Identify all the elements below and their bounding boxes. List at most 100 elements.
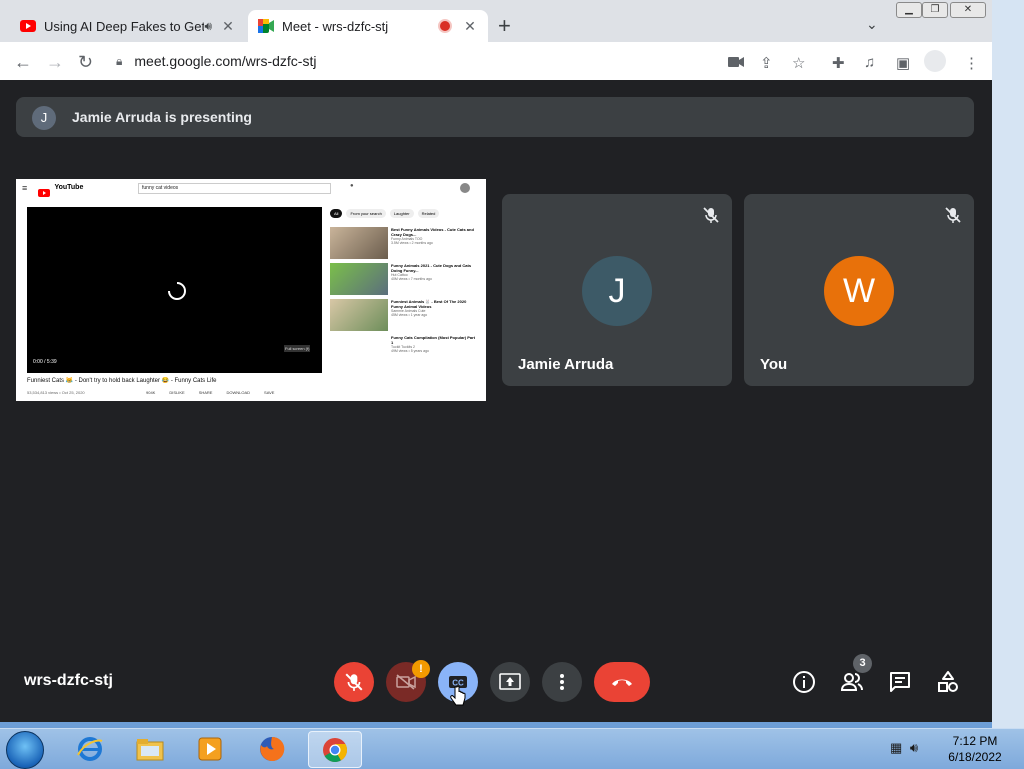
loading-spinner-icon (168, 282, 186, 300)
firefox-taskbar-icon[interactable] (246, 731, 298, 766)
url-text: meet.google.com/wrs-dzfc-stj (134, 53, 317, 69)
meeting-details-info-icon[interactable] (792, 670, 816, 694)
yt-suggestion-meta: 3.5M views • 2 months ago (391, 241, 433, 245)
meet-stage (0, 80, 992, 722)
yt-thumbnail (330, 263, 388, 295)
participant-tile-you[interactable]: W You (744, 194, 974, 386)
yt-suggestion-title: Funny Cats Compilation (Most Popular) Pa… (391, 335, 476, 345)
address-bar[interactable]: 🔒︎ meet.google.com/wrs-dzfc-stj (116, 46, 816, 76)
shared-screen-tile[interactable]: ≡ YouTube funny cat videos ● Full screen… (16, 179, 486, 401)
yt-avatar (460, 183, 470, 193)
camera-permission-icon[interactable] (728, 56, 744, 68)
yt-suggestion: Funny Cats Compilation (Most Popular) Pa… (330, 335, 478, 369)
camera-off-icon (396, 674, 416, 690)
close-tab-icon[interactable]: ✕ (462, 18, 478, 35)
participant-avatar: W (824, 256, 894, 326)
yt-share: SHARE (198, 390, 213, 395)
leave-call-button[interactable] (594, 662, 650, 702)
restore-button[interactable]: ❐ (922, 2, 948, 18)
yt-suggestion-title: Best Funny Animals Videos - Cute Cats an… (391, 227, 474, 237)
yt-dislike: DISLIKE (169, 390, 185, 395)
yt-suggestion-meta: 45M views • 1 year ago (391, 313, 428, 317)
yt-mic-icon: ● (350, 183, 354, 189)
yt-video-player: Full screen (f) 0:00 / 5:39 (27, 207, 322, 373)
forward-arrow-icon[interactable]: → (46, 52, 64, 73)
close-tab-icon[interactable]: ✕ (220, 18, 236, 35)
yt-suggestion-meta: 49M views • 5 years ago (391, 349, 429, 353)
people-icon[interactable] (840, 670, 864, 694)
yt-thumbnail (330, 299, 388, 331)
share-icon[interactable]: ⇪ (760, 54, 773, 72)
yt-thumbnail (330, 227, 388, 259)
system-tray: ▦ 🔊︎ (890, 740, 918, 756)
chrome-taskbar-icon[interactable] (308, 731, 362, 768)
meeting-code: wrs-dzfc-stj (24, 672, 113, 689)
desktop-background-strip (992, 0, 1024, 728)
hamburger-icon: ≡ (22, 183, 28, 193)
yt-suggestion: Funniest Animals 🐰 - Best Of The 2020 Fu… (330, 299, 478, 333)
yt-chip-row: All From your search Laughter Related (330, 209, 440, 218)
tab-title: Meet - wrs-dzfc-stj (282, 18, 389, 34)
fullscreen-tooltip: Full screen (f) (284, 345, 311, 352)
mic-off-icon (345, 673, 363, 691)
player-time: 0:00 / 5:39 (33, 359, 57, 365)
camera-alert-badge: ! (412, 660, 430, 678)
start-button[interactable] (6, 731, 44, 769)
close-window-button[interactable]: ✕ (950, 2, 986, 18)
yt-suggestion: Funny Animals 2021 - Cute Dogs and Cats … (330, 263, 478, 297)
reload-icon[interactable]: ↻ (78, 52, 93, 73)
media-control-icon[interactable]: ♫ (864, 54, 875, 71)
speaker-icon[interactable]: 🔊︎ (204, 19, 212, 34)
browser-menu-icon[interactable]: ⋮ (964, 54, 979, 72)
presenting-text: Jamie Arruda is presenting (72, 109, 252, 125)
tab-youtube[interactable]: Using AI Deep Fakes to Get F 🔊︎ ✕ (10, 10, 246, 42)
microphone-toggle-button[interactable] (334, 662, 374, 702)
yt-suggestion-title: Funniest Animals 🐰 - Best Of The 2020 Fu… (391, 299, 467, 309)
chat-icon[interactable] (888, 670, 912, 694)
internet-explorer-taskbar-icon[interactable] (64, 731, 116, 766)
participant-name: Jamie Arruda (518, 356, 614, 373)
more-vert-icon (560, 674, 564, 690)
yt-video-meta: 53,534,813 views • Oct 25, 2020 (27, 390, 85, 395)
yt-like-count: 904K (146, 390, 156, 395)
hang-up-phone-icon (612, 679, 632, 686)
yt-thumbnail (330, 335, 388, 367)
volume-icon[interactable]: 🔊︎ (910, 740, 918, 755)
bookmark-star-icon[interactable]: ☆ (792, 54, 805, 72)
people-count-badge: 3 (853, 654, 872, 673)
present-screen-button[interactable] (490, 662, 530, 702)
yt-chip: All (330, 209, 343, 218)
network-icon[interactable]: ▦ (890, 740, 902, 755)
side-panel-icon[interactable]: ▣ (896, 54, 910, 72)
yt-suggestion-meta: 40M views • 7 months ago (391, 277, 432, 281)
yt-action-row: 904K DISLIKE SHARE DOWNLOAD SAVE (146, 390, 274, 395)
yt-download: DOWNLOAD (226, 390, 251, 395)
participant-avatar: J (582, 256, 652, 326)
recording-indicator-icon (438, 19, 452, 33)
mic-off-icon (703, 207, 719, 223)
participant-tile-jamie[interactable]: J Jamie Arruda (502, 194, 732, 386)
extensions-puzzle-icon[interactable]: ✚ (832, 54, 845, 72)
new-tab-button[interactable]: + (498, 14, 511, 38)
meet-favicon-icon (258, 19, 274, 33)
yt-chip: From your search (346, 209, 386, 218)
clock-date: 6/18/2022 (948, 750, 1002, 764)
taskbar-clock[interactable]: 7:12 PM 6/18/2022 (944, 733, 1006, 765)
mouse-pointer-hand-icon (450, 686, 466, 706)
clock-time: 7:12 PM (952, 734, 998, 748)
profile-avatar-icon[interactable] (924, 50, 946, 72)
participant-name: You (760, 356, 788, 373)
present-screen-icon (499, 673, 521, 690)
activities-icon[interactable] (936, 670, 960, 694)
back-arrow-icon[interactable]: ← (14, 52, 32, 73)
tab-meet[interactable]: Meet - wrs-dzfc-stj ✕ (248, 10, 488, 42)
more-options-button[interactable] (542, 662, 582, 702)
minimize-button[interactable]: ▁ (896, 2, 922, 18)
youtube-favicon-icon (20, 20, 36, 32)
yt-suggestion-list: Best Funny Animals Videos - Cute Cats an… (330, 227, 478, 369)
yt-search-box: funny cat videos (138, 183, 331, 194)
yt-suggestion-title: Funny Animals 2021 - Cute Dogs and Cats … (391, 263, 472, 273)
file-explorer-taskbar-icon[interactable] (124, 731, 176, 766)
media-player-taskbar-icon[interactable] (184, 731, 236, 766)
tab-search-chevron-icon[interactable]: ⌄ (866, 16, 878, 33)
